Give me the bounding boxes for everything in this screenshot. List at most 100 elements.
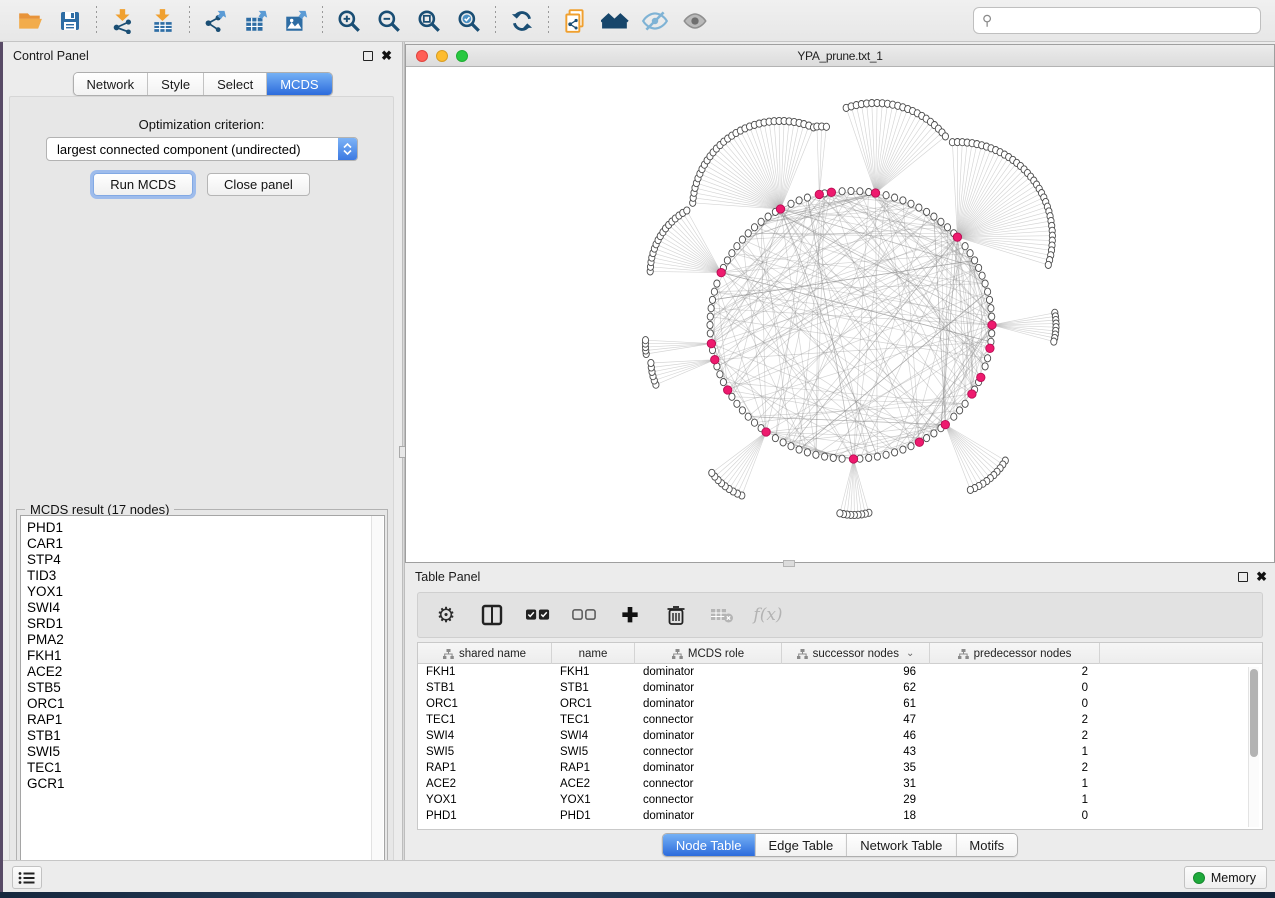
mcds-result-item[interactable]: SWI4 [27,600,384,616]
task-history-button[interactable] [12,866,42,889]
table-cell: 29 [782,792,930,808]
mcds-result-item[interactable]: RAP1 [27,712,384,728]
zoom-out-button[interactable] [369,4,409,38]
mcds-result-list[interactable]: PHD1CAR1STP4TID3YOX1SWI4SRD1PMA2FKH1ACE2… [20,515,385,882]
tab-style[interactable]: Style [147,73,203,95]
mcds-result-item[interactable]: CAR1 [27,536,384,552]
mcds-result-item[interactable]: STB5 [27,680,384,696]
search-box[interactable]: ⚲ [973,7,1261,34]
sort-chevron-icon[interactable]: ⌄ [906,648,914,659]
mcds-result-item[interactable]: TID3 [27,568,384,584]
column-header-shared-name[interactable]: shared name [418,643,552,664]
mcds-result-item[interactable]: STP4 [27,552,384,568]
mcds-result-item[interactable]: SRD1 [27,616,384,632]
column-header-name[interactable]: name [552,643,635,664]
mcds-result-item[interactable]: YOX1 [27,584,384,600]
unselect-all-columns-button[interactable] [572,603,596,627]
table-row[interactable]: SWI4SWI4dominator462 [418,728,1262,744]
close-panel-icon[interactable]: ✖ [381,51,392,61]
memory-button[interactable]: Memory [1184,866,1267,889]
hide-selected-button[interactable] [635,4,675,38]
tab-select[interactable]: Select [203,73,266,95]
select-all-columns-button[interactable] [526,603,550,627]
tab-mcds[interactable]: MCDS [266,73,331,95]
close-table-panel-icon[interactable]: ✖ [1256,572,1267,582]
delete-column-button[interactable] [664,603,688,627]
zoom-selected-button[interactable] [449,4,489,38]
table-cell: connector [635,712,782,728]
mcds-result-item[interactable]: GCR1 [27,776,384,792]
table-settings-button[interactable]: ⚙ [434,603,458,627]
mcds-result-item[interactable]: ORC1 [27,696,384,712]
mcds-result-item[interactable]: ACE2 [27,664,384,680]
tab-edge-table[interactable]: Edge Table [754,834,846,856]
table-cell: 1 [930,776,1100,792]
table-row[interactable]: ACE2ACE2connector311 [418,776,1262,792]
column-label: shared name [459,648,526,660]
optimization-criterion-select[interactable]: largest connected component (undirected) [46,137,358,161]
table-cell: TEC1 [552,712,635,728]
open-session-button[interactable] [10,4,50,38]
search-icon: ⚲ [982,12,992,29]
import-network-button[interactable] [103,4,143,38]
mcds-result-item[interactable]: TEC1 [27,760,384,776]
table-row[interactable]: STB1STB1dominator620 [418,680,1262,696]
table-row[interactable]: TEC1TEC1connector472 [418,712,1262,728]
zoom-in-button[interactable] [329,4,369,38]
column-header-successor-nodes[interactable]: successor nodes ⌄ [782,643,930,664]
horizontal-splitter-handle[interactable] [783,560,795,567]
tab-network-table[interactable]: Network Table [846,834,955,856]
copy-network-button[interactable] [555,4,595,38]
search-input[interactable] [996,13,1260,28]
table-row[interactable]: SWI5SWI5connector431 [418,744,1262,760]
tab-node-table[interactable]: Node Table [663,834,755,856]
mcds-result-item[interactable]: PMA2 [27,632,384,648]
export-table-button[interactable] [236,4,276,38]
export-image-button[interactable] [276,4,316,38]
table-row[interactable]: FKH1FKH1dominator962 [418,664,1262,680]
mcds-list-scrollbar[interactable] [371,516,383,881]
table-row[interactable]: ORC1ORC1dominator610 [418,696,1262,712]
save-session-button[interactable] [50,4,90,38]
close-panel-button[interactable]: Close panel [207,173,310,196]
node-table[interactable]: shared name name MCDS role [417,642,1263,830]
table-row[interactable]: PHD1PHD1dominator180 [418,808,1262,824]
export-network-button[interactable] [196,4,236,38]
table-scrollbar-thumb[interactable] [1250,669,1258,757]
tab-network[interactable]: Network [73,73,147,95]
first-neighbors-button[interactable] [595,4,635,38]
table-body: FKH1FKH1dominator962STB1STB1dominator620… [418,664,1262,824]
export-network-icon [203,8,229,34]
network-window-titlebar[interactable]: YPA_prune.txt_1 [406,45,1274,67]
import-table-button[interactable] [143,4,183,38]
mcds-result-item[interactable]: PHD1 [27,520,384,536]
delete-table-button-disabled [710,603,734,627]
refresh-view-button[interactable] [502,4,542,38]
zoom-in-icon [336,8,362,34]
table-scrollbar[interactable] [1248,667,1259,827]
table-row[interactable]: YOX1YOX1connector291 [418,792,1262,808]
shared-column-icon [672,649,683,659]
column-header-mcds-role[interactable]: MCDS role [635,643,782,664]
run-mcds-button[interactable]: Run MCDS [93,173,193,196]
show-all-button[interactable] [675,4,715,38]
table-cell: RAP1 [552,760,635,776]
network-view-window: YPA_prune.txt_1 [405,44,1275,563]
mcds-result-item[interactable]: STB1 [27,728,384,744]
tab-motifs[interactable]: Motifs [955,834,1017,856]
float-panel-icon[interactable] [363,51,373,61]
table-cell: 0 [930,808,1100,824]
mcds-result-item[interactable]: FKH1 [27,648,384,664]
table-cell: 2 [930,728,1100,744]
add-column-button[interactable]: ✚ [618,603,642,627]
float-table-panel-icon[interactable] [1238,572,1248,582]
table-row[interactable]: RAP1RAP1dominator352 [418,760,1262,776]
column-header-predecessor-nodes[interactable]: predecessor nodes [930,643,1100,664]
zoom-fit-button[interactable] [409,4,449,38]
table-panel-tabbar: Node Table Edge Table Network Table Moti… [662,833,1018,857]
mcds-result-item[interactable]: SWI5 [27,744,384,760]
optimization-criterion-label: Optimization criterion: [10,117,393,132]
network-canvas[interactable] [406,67,1274,562]
column-view-button[interactable] [480,603,504,627]
table-panel-title: Table Panel [415,570,480,584]
